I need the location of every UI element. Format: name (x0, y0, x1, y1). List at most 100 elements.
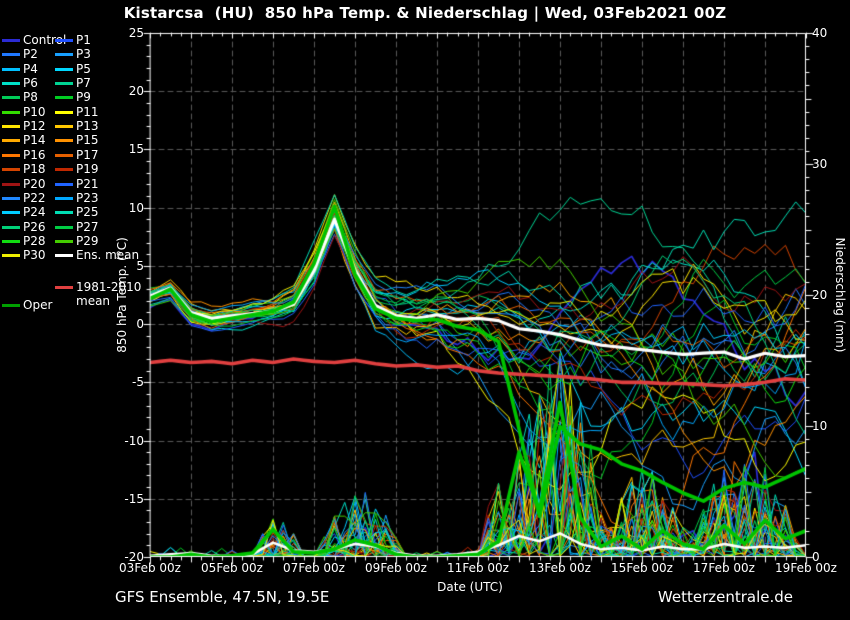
legend-item-p10: P10 (2, 105, 46, 120)
legend-item-p2-label: P2 (23, 47, 38, 62)
legend-item-p28-swatch (2, 240, 20, 243)
legend-item-p20-label: P20 (23, 177, 46, 192)
legend-item-p1-swatch (55, 39, 73, 42)
right-tick-label: 10 (812, 419, 827, 433)
legend-item-p1: P1 (55, 33, 91, 48)
legend-item-ens-mean: Ens. mean (55, 248, 139, 263)
x-tick-label: 11Feb 00z (447, 561, 509, 575)
x-tick-label: 07Feb 00z (283, 561, 345, 575)
legend-item-p24-swatch (2, 211, 20, 214)
legend-item-p30-swatch (2, 254, 20, 257)
legend-item-p15-swatch (55, 139, 73, 142)
legend-item-p25-label: P25 (76, 205, 99, 220)
legend-item-p19: P19 (55, 162, 99, 177)
footer-site-credit: Wetterzentrale.de (658, 588, 793, 606)
legend-item-p21: P21 (55, 177, 99, 192)
legend-item-p12: P12 (2, 119, 46, 134)
legend-item-p29-swatch (55, 240, 73, 243)
x-tick-label: 03Feb 00z (119, 561, 181, 575)
legend-item-p14-swatch (2, 139, 20, 142)
right-axis-label: Niederschlag (mm) (833, 238, 847, 353)
legend-item-p28: P28 (2, 234, 46, 249)
legend-item-p8-swatch (2, 96, 20, 99)
legend-item-p15-label: P15 (76, 133, 99, 148)
legend-item-p19-label: P19 (76, 162, 99, 177)
legend-item-p4: P4 (2, 62, 38, 77)
legend-item-p14: P14 (2, 133, 46, 148)
left-tick-label: 10 (129, 201, 144, 215)
legend-item-p14-label: P14 (23, 133, 46, 148)
legend-item-climate-mean-swatch (55, 286, 73, 289)
legend-item-p23-swatch (55, 197, 73, 200)
legend-item-p5-label: P5 (76, 62, 91, 77)
legend-item-p24: P24 (2, 205, 46, 220)
legend-item-p11-swatch (55, 111, 73, 114)
legend-item-p1-label: P1 (76, 33, 91, 48)
legend-item-p25-swatch (55, 211, 73, 214)
legend-item-p11-label: P11 (76, 105, 99, 120)
legend-item-p8-label: P8 (23, 90, 38, 105)
x-axis-label: Date (UTC) (437, 580, 503, 594)
legend-item-p18-swatch (2, 168, 20, 171)
legend-item-p17-label: P17 (76, 148, 99, 163)
legend-item-p13-swatch (55, 125, 73, 128)
gfs-ensemble-meteogram: Kistarcsa (HU) 850 hPa Temp. & Niedersch… (0, 0, 850, 620)
legend-item-ens-mean-swatch (55, 254, 73, 257)
legend-item-p10-label: P10 (23, 105, 46, 120)
legend-item-p11: P11 (55, 105, 99, 120)
x-tick-label: 09Feb 00z (365, 561, 427, 575)
left-tick-label: 25 (129, 26, 144, 40)
legend-item-p4-label: P4 (23, 62, 38, 77)
left-tick-label: 20 (129, 84, 144, 98)
legend-item-climate-mean: 1981-2010 mean (55, 280, 164, 308)
x-tick-label: 05Feb 00z (201, 561, 263, 575)
legend-item-p18-label: P18 (23, 162, 46, 177)
legend-item-p3: P3 (55, 47, 91, 62)
legend-item-oper-label: Oper (23, 298, 52, 313)
legend-item-oper-swatch (2, 304, 20, 307)
legend-item-p16-label: P16 (23, 148, 46, 163)
legend-item-p27-label: P27 (76, 220, 99, 235)
legend-item-p30-label: P30 (23, 248, 46, 263)
legend-item-p23-label: P23 (76, 191, 99, 206)
legend-item-p19-swatch (55, 168, 73, 171)
right-tick-label: 40 (812, 26, 827, 40)
legend-item-p9: P9 (55, 90, 91, 105)
legend-item-p22-label: P22 (23, 191, 46, 206)
legend-item-p15: P15 (55, 133, 99, 148)
legend-item-p21-swatch (55, 183, 73, 186)
legend-item-p6-label: P6 (23, 76, 38, 91)
left-tick-label: 0 (136, 317, 144, 331)
legend-item-control-swatch (2, 39, 20, 42)
legend-item-p18: P18 (2, 162, 46, 177)
legend-item-p7: P7 (55, 76, 91, 91)
legend-item-p26-label: P26 (23, 220, 46, 235)
legend-item-p27-swatch (55, 226, 73, 229)
legend-item-p2: P2 (2, 47, 38, 62)
legend-item-p17-swatch (55, 154, 73, 157)
legend-item-p16: P16 (2, 148, 46, 163)
legend-item-p13: P13 (55, 119, 99, 134)
legend-item-p21-label: P21 (76, 177, 99, 192)
legend-item-climate-mean-label: 1981-2010 mean (76, 280, 164, 308)
legend-item-p23: P23 (55, 191, 99, 206)
legend-item-p27: P27 (55, 220, 99, 235)
footer-model-info: GFS Ensemble, 47.5N, 19.5E (115, 588, 329, 606)
legend-item-p5: P5 (55, 62, 91, 77)
legend-item-p26: P26 (2, 220, 46, 235)
legend-item-p8: P8 (2, 90, 38, 105)
legend-item-p3-swatch (55, 53, 73, 56)
left-tick-label: -10 (124, 434, 144, 448)
legend-item-p13-label: P13 (76, 119, 99, 134)
legend-item-p20-swatch (2, 183, 20, 186)
right-tick-label: 30 (812, 157, 827, 171)
legend-item-p6-swatch (2, 82, 20, 85)
legend-item-oper: Oper (2, 298, 52, 313)
x-tick-label: 19Feb 00z (775, 561, 837, 575)
legend-item-p25: P25 (55, 205, 99, 220)
legend-item-p17: P17 (55, 148, 99, 163)
legend-item-p5-swatch (55, 68, 73, 71)
legend-item-p22: P22 (2, 191, 46, 206)
x-tick-label: 17Feb 00z (693, 561, 755, 575)
legend-item-p9-swatch (55, 96, 73, 99)
